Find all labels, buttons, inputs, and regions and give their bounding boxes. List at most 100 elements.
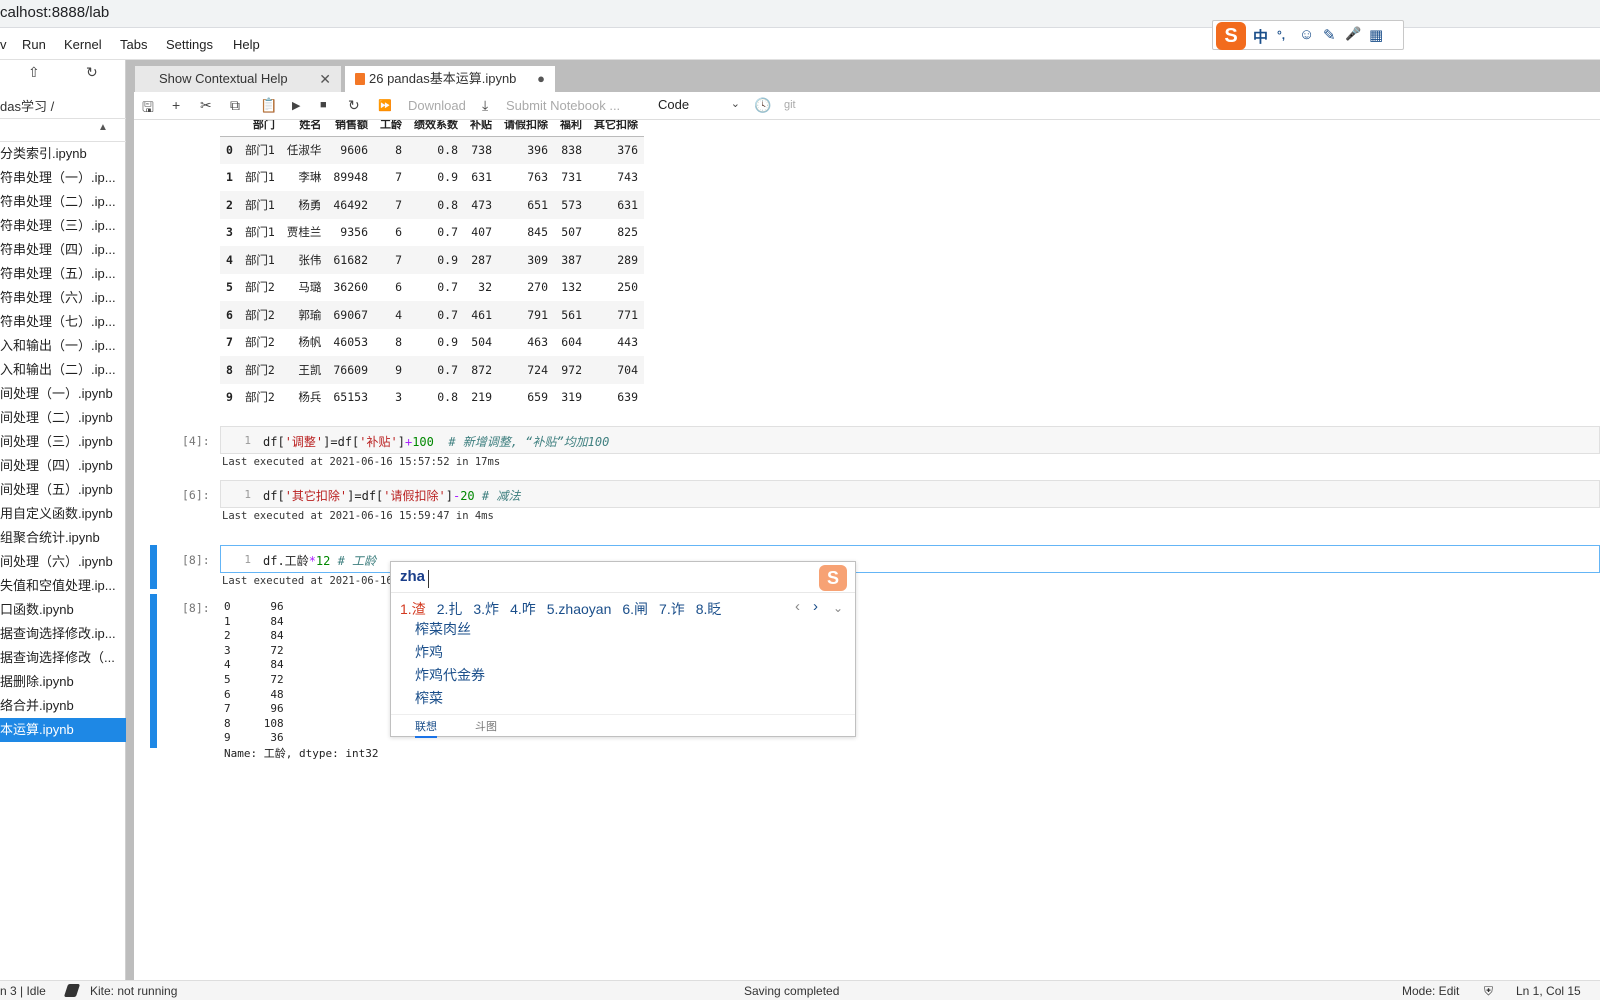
file-item[interactable]: 符串处理（一）.ip... bbox=[0, 166, 126, 190]
file-item[interactable]: 失值和空值处理.ip... bbox=[0, 574, 126, 598]
file-item[interactable]: 络合并.ipynb bbox=[0, 694, 126, 718]
file-item[interactable]: 间处理（五）.ipynb bbox=[0, 478, 126, 502]
ime-toolbox-icon[interactable]: ▦ bbox=[1369, 26, 1383, 44]
download-button[interactable]: Download bbox=[408, 98, 466, 113]
close-icon[interactable]: ✕ bbox=[319, 66, 331, 92]
tab-label: 26 pandas基本运算.ipynb bbox=[369, 71, 517, 86]
file-item[interactable]: 间处理（六）.ipynb bbox=[0, 550, 126, 574]
run-icon[interactable]: ▶ bbox=[292, 99, 300, 112]
ime-candidate[interactable]: 4.咋 bbox=[510, 601, 536, 617]
ime-candidate[interactable]: 8.眨 bbox=[696, 601, 722, 617]
ime-tab-association[interactable]: 联想 bbox=[415, 718, 437, 738]
shield-icon[interactable]: ⛨ bbox=[1484, 984, 1493, 999]
file-sort-header[interactable]: ▲ bbox=[0, 118, 126, 142]
menu-tabs[interactable]: Tabs bbox=[120, 37, 147, 52]
ime-association[interactable]: 榨菜 bbox=[415, 688, 443, 708]
next-page-icon[interactable]: › bbox=[813, 598, 818, 615]
menu-help[interactable]: Help bbox=[233, 37, 260, 52]
status-bar: n 3 | Idle Kite: not running Saving comp… bbox=[0, 980, 1600, 1000]
cell-type-select[interactable]: Code ⌄ bbox=[658, 97, 740, 112]
file-item[interactable]: 符串处理（六）.ip... bbox=[0, 286, 126, 310]
menu-run[interactable]: Run bbox=[22, 37, 46, 52]
file-item[interactable]: 据查询选择修改（... bbox=[0, 646, 126, 670]
kite-status[interactable]: Kite: not running bbox=[90, 984, 177, 998]
tab-contextual-help[interactable]: Show Contextual Help ✕ bbox=[134, 65, 342, 92]
file-item[interactable]: 组聚合统计.ipynb bbox=[0, 526, 126, 550]
code-editor[interactable]: 1 df['调整']=df['补贴']+100 # 新增调整, “补贴”均加10… bbox=[220, 426, 1600, 454]
run-all-icon[interactable]: ⏩ bbox=[378, 99, 392, 112]
file-item[interactable]: 据删除.ipynb bbox=[0, 670, 126, 694]
prev-page-icon[interactable]: ‹ bbox=[795, 598, 800, 615]
save-icon[interactable]: 🖫 bbox=[142, 97, 154, 121]
file-item[interactable]: 符串处理（二）.ip... bbox=[0, 190, 126, 214]
file-item[interactable]: 用自定义函数.ipynb bbox=[0, 502, 126, 526]
download-icon[interactable]: ⤓ bbox=[482, 97, 488, 114]
menu-kernel[interactable]: Kernel bbox=[64, 37, 102, 52]
ime-voice-icon[interactable]: 🎤 bbox=[1345, 26, 1361, 42]
paste-icon[interactable]: 📋 bbox=[260, 97, 277, 114]
expand-chevron-icon[interactable]: ⌄ bbox=[833, 601, 843, 615]
breadcrumb[interactable]: das学习 / bbox=[0, 96, 54, 115]
output-collapse-bar[interactable] bbox=[150, 594, 157, 748]
file-item[interactable]: 本运算.ipynb bbox=[0, 718, 126, 742]
menu-settings[interactable]: Settings bbox=[166, 37, 213, 52]
file-item[interactable]: 符串处理（三）.ip... bbox=[0, 214, 126, 238]
unsaved-dot-icon[interactable]: ● bbox=[537, 66, 545, 92]
url-text[interactable]: calhost:8888/lab bbox=[0, 4, 109, 21]
file-item[interactable]: 入和输出（二）.ip... bbox=[0, 358, 126, 382]
ime-association[interactable]: 炸鸡 bbox=[415, 642, 443, 662]
kernel-status[interactable]: n 3 | Idle bbox=[0, 984, 46, 998]
file-item[interactable]: 间处理（二）.ipynb bbox=[0, 406, 126, 430]
sort-arrow-icon[interactable]: ▲ bbox=[98, 122, 108, 133]
ime-candidate[interactable]: 6.闸 bbox=[622, 601, 648, 617]
sidebar-resize-handle[interactable] bbox=[126, 60, 134, 980]
git-button[interactable]: git bbox=[784, 99, 796, 111]
code-line[interactable]: df['其它扣除']=df['请假扣除']-20 # 减法 bbox=[263, 487, 520, 504]
mode-indicator[interactable]: Mode: Edit bbox=[1402, 984, 1459, 998]
code-line[interactable]: df['调整']=df['补贴']+100 # 新增调整, “补贴”均加100 bbox=[263, 433, 609, 450]
dataframe-output: 部门 姓名 销售额 工龄 绩效系数 补贴 请假扣除 福利 其它扣除 0 部门1 任淑华 9606 8 0.… bbox=[220, 120, 644, 411]
notebook-panel[interactable]: 部门 姓名 销售额 工龄 绩效系数 补贴 请假扣除 福利 其它扣除 0 部门1 任淑华 9606 8 0.… bbox=[134, 120, 1600, 970]
stop-icon[interactable]: ■ bbox=[320, 99, 327, 111]
cut-icon[interactable]: ✂ bbox=[200, 97, 212, 114]
ime-candidate[interactable]: 5.zhaoyan bbox=[547, 601, 612, 617]
ime-candidate[interactable]: 1.渣 bbox=[400, 601, 426, 617]
file-item[interactable]: 分类索引.ipynb bbox=[0, 142, 126, 166]
file-item[interactable]: 符串处理（七）.ip... bbox=[0, 310, 126, 334]
file-item[interactable]: 间处理（一）.ipynb bbox=[0, 382, 126, 406]
sogou-logo-icon[interactable]: S bbox=[1216, 22, 1246, 50]
file-item[interactable]: 间处理（四）.ipynb bbox=[0, 454, 126, 478]
ime-chinese-mode[interactable]: 中 bbox=[1253, 26, 1268, 47]
table-cell: 9606 bbox=[340, 143, 368, 157]
copy-icon[interactable]: ⧉ bbox=[230, 97, 240, 114]
ime-tab-sticker[interactable]: 斗图 bbox=[475, 718, 497, 734]
ime-association[interactable]: 榨菜肉丝 bbox=[415, 619, 471, 639]
file-item[interactable]: 口函数.ipynb bbox=[0, 598, 126, 622]
file-item[interactable]: 间处理（三）.ipynb bbox=[0, 430, 126, 454]
ime-association[interactable]: 炸鸡代金券 bbox=[415, 665, 485, 685]
upload-icon[interactable]: ⇧ bbox=[28, 64, 40, 81]
code-editor[interactable]: 1 df['其它扣除']=df['请假扣除']-20 # 减法 bbox=[220, 480, 1600, 508]
ime-candidate[interactable]: 7.诈 bbox=[659, 601, 685, 617]
active-cell-indicator[interactable] bbox=[150, 545, 157, 589]
add-cell-icon[interactable]: + bbox=[172, 97, 180, 113]
ime-handwrite-icon[interactable]: ✎ bbox=[1323, 26, 1336, 44]
table-cell: 部门1 bbox=[244, 197, 275, 212]
ime-punctuation-icon[interactable]: °, bbox=[1277, 28, 1285, 42]
ime-emoji-icon[interactable]: ☺ bbox=[1299, 26, 1314, 43]
file-item[interactable]: 入和输出（一）.ip... bbox=[0, 334, 126, 358]
ime-candidate[interactable]: 3.炸 bbox=[473, 601, 499, 617]
restart-icon[interactable]: ↻ bbox=[348, 97, 360, 114]
clock-icon[interactable]: 🕓 bbox=[754, 97, 771, 114]
table-cell: 463 bbox=[527, 335, 548, 350]
ime-candidate[interactable]: 2.扎 bbox=[437, 601, 463, 617]
file-item[interactable]: 据查询选择修改.ip... bbox=[0, 622, 126, 646]
code-line[interactable]: df.工龄*12 # 工龄 bbox=[263, 552, 376, 569]
tab-notebook[interactable]: 26 pandas基本运算.ipynb ● bbox=[344, 65, 556, 92]
file-item[interactable]: 符串处理（五）.ip... bbox=[0, 262, 126, 286]
cursor-position[interactable]: Ln 1, Col 15 bbox=[1516, 984, 1581, 998]
refresh-icon[interactable]: ↻ bbox=[86, 64, 98, 81]
menu-view[interactable]: v bbox=[0, 37, 7, 52]
file-item[interactable]: 符串处理（四）.ip... bbox=[0, 238, 126, 262]
submit-notebook-button[interactable]: Submit Notebook ... bbox=[506, 98, 620, 113]
